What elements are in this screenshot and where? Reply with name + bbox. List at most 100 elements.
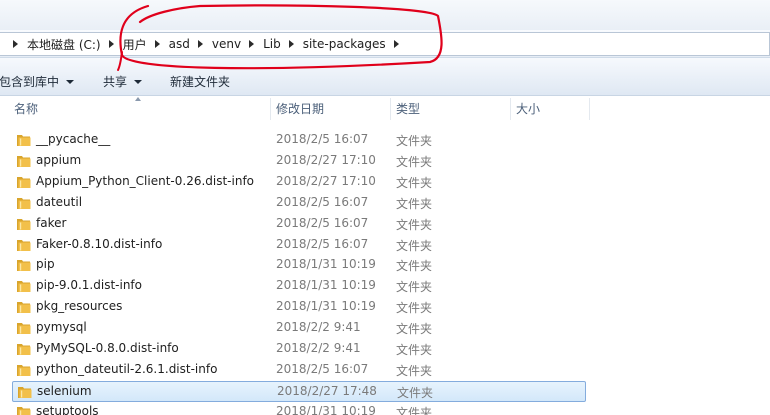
file-row[interactable]: pip 2018/1/31 10:19 文件夹: [12, 255, 586, 276]
breadcrumb-separator[interactable]: [154, 40, 160, 48]
folder-icon: [17, 135, 31, 146]
folder-icon: [17, 176, 31, 188]
new-folder-button[interactable]: 新建文件夹: [170, 73, 230, 90]
folder-icon: [17, 155, 31, 167]
file-modified-date: 2018/1/31 10:19: [276, 278, 376, 293]
sort-ascending-icon: [135, 97, 141, 101]
file-row[interactable]: dateutil 2018/2/5 16:07 文件夹: [12, 193, 586, 214]
column-type-header[interactable]: 类型: [390, 96, 510, 122]
file-row[interactable]: pymysql 2018/2/2 9:41 文件夹: [12, 318, 586, 339]
file-type: 文件夹: [397, 385, 434, 400]
column-name-label: 名称: [14, 102, 39, 116]
column-size-header[interactable]: 大小: [510, 96, 590, 122]
column-date-label: 修改日期: [276, 102, 325, 116]
file-row[interactable]: PyMySQL-0.8.0.dist-info 2018/2/2 9:41 文件夹: [12, 339, 586, 360]
file-name: PyMySQL-0.8.0.dist-info: [36, 341, 179, 355]
file-name: python_dateutil-2.6.1.dist-info: [36, 361, 218, 376]
file-name: pip: [36, 257, 55, 272]
file-type: 文件夹: [396, 196, 433, 211]
breadcrumb-item-users[interactable]: 用户: [123, 36, 147, 53]
file-row[interactable]: pip-9.0.1.dist-info 2018/1/31 10:19 文件夹: [12, 276, 586, 297]
file-name: appium: [36, 152, 82, 167]
breadcrumb-root-arrow[interactable]: [13, 40, 18, 48]
breadcrumb[interactable]: 本地磁盘 (C:) 用户 asd venv Lib site-packages: [0, 32, 770, 56]
column-date-header[interactable]: 修改日期: [270, 96, 390, 122]
include-in-library-button[interactable]: 包含到库中: [0, 73, 75, 90]
file-name: dateutil: [36, 194, 83, 209]
file-row[interactable]: appium 2018/2/27 17:10 文件夹: [12, 151, 586, 172]
file-type: 文件夹: [396, 405, 433, 415]
file-modified-date: 2018/2/5 16:07: [276, 132, 369, 146]
file-modified-date: 2018/2/27 17:10: [276, 173, 376, 188]
file-modified-date: 2018/2/2 9:41: [276, 320, 361, 335]
file-modified-date: 2018/1/31 10:19: [276, 403, 376, 415]
column-size-label: 大小: [516, 102, 541, 116]
file-name: faker: [36, 215, 67, 230]
file-name: selenium: [37, 383, 92, 398]
file-row[interactable]: __pycache__ 2018/2/5 16:07 文件夹: [12, 130, 586, 151]
folder-icon: [18, 386, 32, 398]
file-row[interactable]: faker 2018/2/5 16:07 文件夹: [12, 214, 586, 235]
folder-icon: [17, 364, 31, 376]
file-modified-date: 2018/2/5 16:07: [276, 236, 369, 251]
breadcrumb-item-venv[interactable]: venv: [212, 37, 241, 51]
folder-icon: [17, 406, 31, 415]
file-row[interactable]: pkg_resources 2018/1/31 10:19 文件夹: [12, 297, 586, 318]
column-type-label: 类型: [396, 102, 421, 116]
file-type: 文件夹: [396, 259, 433, 274]
file-type: 文件夹: [396, 238, 433, 253]
folder-icon: [17, 281, 31, 293]
file-row[interactable]: Appium_Python_Client-0.26.dist-info 2018/…: [12, 172, 586, 193]
breadcrumb-separator[interactable]: [249, 40, 255, 48]
file-type: 文件夹: [396, 154, 433, 169]
file-row[interactable]: python_dateutil-2.6.1.dist-info 2018/2/5 …: [12, 360, 586, 381]
breadcrumb-item-drive[interactable]: 本地磁盘 (C:): [27, 36, 101, 53]
file-modified-date: 2018/2/2 9:41: [276, 341, 361, 355]
file-name: Faker-0.8.10.dist-info: [36, 236, 163, 251]
file-name: __pycache__: [36, 132, 111, 146]
file-row[interactable]: Faker-0.8.10.dist-info 2018/2/5 16:07 文件夹: [12, 235, 586, 256]
breadcrumb-separator[interactable]: [108, 40, 114, 48]
folder-icon: [17, 344, 31, 355]
file-modified-date: 2018/2/5 16:07: [276, 194, 369, 209]
file-type: 文件夹: [396, 322, 433, 337]
file-name: pip-9.0.1.dist-info: [36, 278, 142, 293]
file-type: 文件夹: [396, 175, 433, 190]
breadcrumb-item-lib[interactable]: Lib: [263, 37, 281, 51]
chevron-down-icon: [66, 79, 75, 84]
column-divider[interactable]: [589, 98, 590, 120]
file-modified-date: 2018/2/27 17:10: [276, 152, 376, 167]
title-bar: [0, 0, 770, 30]
chevron-down-icon: [134, 79, 143, 84]
file-modified-date: 2018/2/27 17:48: [277, 383, 377, 398]
file-type: 文件夹: [396, 363, 433, 378]
folder-icon: [17, 302, 31, 314]
breadcrumb-item-site-packages[interactable]: site-packages: [303, 37, 386, 51]
share-button[interactable]: 共享: [103, 73, 143, 90]
breadcrumb-separator[interactable]: [393, 40, 399, 48]
file-modified-date: 2018/1/31 10:19: [276, 299, 376, 314]
breadcrumb-item-asd[interactable]: asd: [169, 37, 190, 51]
folder-icon: [17, 197, 31, 209]
address-bar: 本地磁盘 (C:) 用户 asd venv Lib site-packages: [0, 30, 770, 58]
file-name: pkg_resources: [36, 299, 123, 314]
file-row[interactable]: setuptools 2018/1/31 10:19 文件夹: [12, 402, 586, 415]
file-modified-date: 2018/1/31 10:19: [276, 257, 376, 272]
breadcrumb-separator[interactable]: [197, 40, 203, 48]
breadcrumb-separator[interactable]: [288, 40, 294, 48]
file-type: 文件夹: [396, 134, 433, 148]
share-label: 共享: [103, 75, 128, 89]
file-name: Appium_Python_Client-0.26.dist-info: [36, 173, 255, 188]
folder-icon: [17, 239, 31, 251]
file-name: setuptools: [36, 403, 99, 415]
file-type: 文件夹: [396, 343, 433, 357]
file-type: 文件夹: [396, 217, 433, 232]
file-type: 文件夹: [396, 280, 433, 295]
file-modified-date: 2018/2/5 16:07: [276, 361, 369, 376]
column-header: 名称 修改日期 类型 大小: [0, 96, 770, 122]
new-folder-label: 新建文件夹: [170, 75, 231, 89]
file-row-selected[interactable]: selenium 2018/2/27 17:48 文件夹: [12, 380, 586, 402]
include-in-library-label: 包含到库中: [0, 75, 60, 89]
file-name: pymysql: [36, 320, 87, 335]
file-type: 文件夹: [396, 301, 433, 316]
